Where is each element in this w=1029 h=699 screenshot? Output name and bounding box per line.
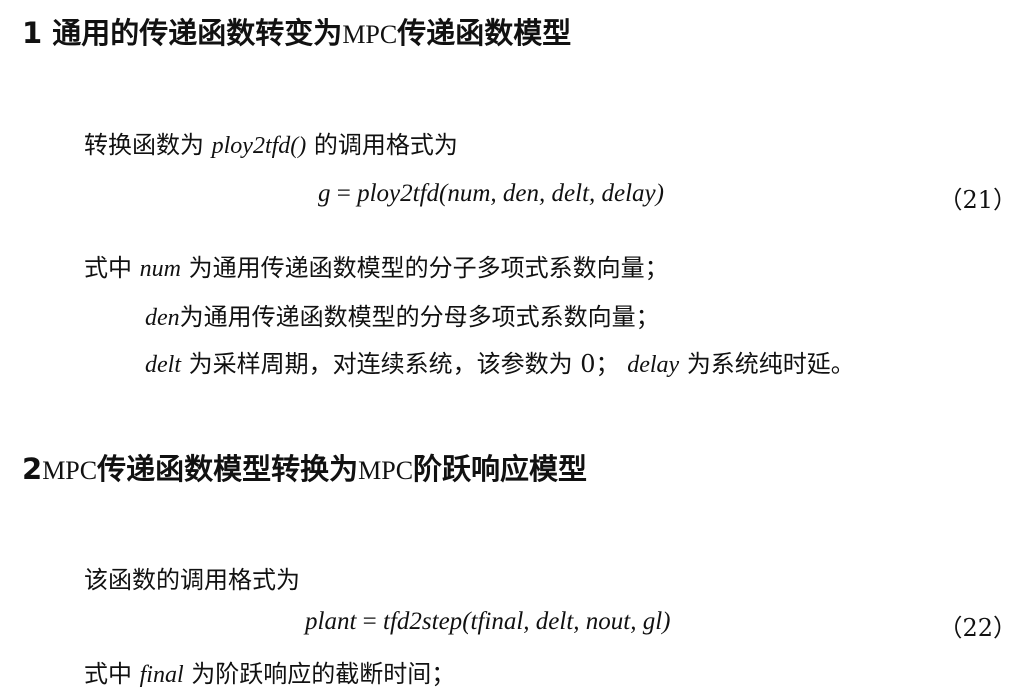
section2-where-final: 式中 final 为阶跃响应的截断时间；	[84, 654, 455, 689]
var-delay-desc: 为系统纯时延。	[686, 350, 855, 378]
intro-text-a: 转换函数为	[84, 131, 204, 159]
section2-title-mpc1: MPC	[42, 456, 98, 485]
var-den-desc: 为通用传递函数模型的分母多项式系数向量；	[179, 303, 660, 331]
section2-number: 2	[22, 452, 43, 486]
section1-where-num: 式中 num 为通用传递函数模型的分子多项式系数向量；	[84, 248, 669, 283]
section1-where-delt: delt 为采样周期，对连续系统，该参数为 0； delay 为系统纯时延。	[145, 344, 855, 379]
where-label: 式中	[84, 254, 132, 282]
eq21-equals: =	[336, 180, 351, 207]
intro-text-b: 的调用格式为	[313, 131, 458, 159]
eq22-function: tfd2step	[383, 608, 463, 635]
section1-intro: 转换函数为 ploy2tfd() 的调用格式为	[84, 125, 458, 160]
section1-title-mpc: MPC	[342, 20, 398, 49]
section1-where-den: den为通用传递函数模型的分母多项式系数向量；	[145, 297, 660, 332]
where-label-2: 式中	[84, 660, 132, 688]
equation-21: g = ploy2tfd(num, den, delt, delay)	[318, 180, 664, 208]
equation-22-number: （22）	[938, 614, 1017, 642]
var-num: num	[139, 256, 181, 282]
section2-intro: 该函数的调用格式为	[84, 566, 300, 594]
eq21-lhs: g	[318, 180, 331, 207]
var-final: final	[139, 662, 184, 688]
section2-title-b: 阶跃响应模型	[413, 452, 588, 486]
section1-heading: 1 通用的传递函数转变为MPC传递函数模型	[22, 10, 571, 52]
intro-function-name: ploy2tfd()	[211, 133, 307, 159]
eq22-arguments: (tfinal, delt, nout, gl)	[462, 608, 671, 635]
equation-22: plant = tfd2step(tfinal, delt, nout, gl)	[305, 608, 671, 636]
section2-title-a: 传递函数模型转换为	[97, 452, 359, 486]
eq22-lhs: plant	[305, 608, 357, 635]
eq21-function: ploy2tfd	[357, 180, 440, 207]
var-final-desc: 为阶跃响应的截断时间；	[191, 660, 456, 688]
var-delt-desc: 为采样周期，对连续系统，该参数为 0；	[188, 350, 620, 378]
section2-title-mpc2: MPC	[358, 456, 414, 485]
section1-title-b: 传递函数模型	[397, 16, 572, 50]
equation-21-number: （21）	[938, 186, 1017, 214]
eq21-arguments: (num, den, delt, delay)	[439, 180, 664, 207]
var-den: den	[145, 305, 180, 331]
section2-heading: 2MPC传递函数模型转换为MPC阶跃响应模型	[22, 446, 587, 488]
eq22-equals: =	[362, 608, 377, 635]
section1-title-a: 通用的传递函数转变为	[52, 16, 343, 50]
var-delt: delt	[145, 352, 181, 378]
var-delay: delay	[627, 352, 680, 378]
section1-number: 1	[22, 16, 43, 50]
var-num-desc: 为通用传递函数模型的分子多项式系数向量；	[188, 254, 669, 282]
